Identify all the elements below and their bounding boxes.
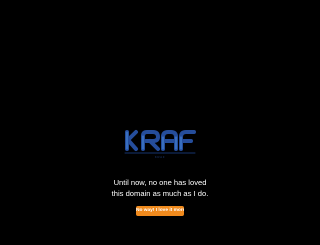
- message-line-1: Until now, no one has loved: [113, 178, 207, 187]
- kraf-logo: KRAF: [119, 125, 201, 159]
- logo-wordmark-text: KRAF: [155, 155, 165, 159]
- love-it-more-button[interactable]: No way! I love it more!: [136, 206, 184, 216]
- landing-page: KRAF Until now, no one has loved this do…: [0, 0, 320, 245]
- domain-message: Until now, no one has loved this domain …: [90, 177, 230, 199]
- message-line-2: this domain as much as I do.: [111, 189, 209, 198]
